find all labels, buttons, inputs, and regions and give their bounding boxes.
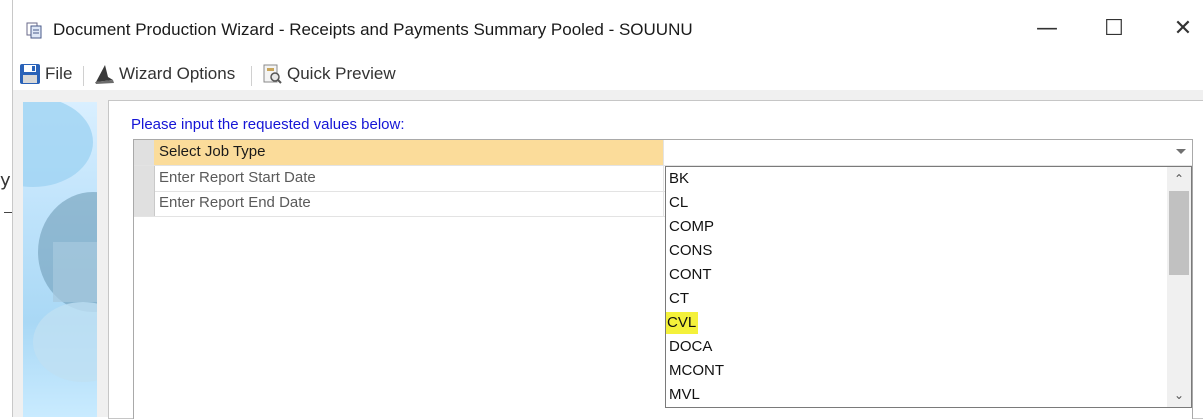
quick-preview-button[interactable]: Quick Preview [261,62,396,86]
wizard-body: Please input the requested values below:… [13,90,1203,419]
preview-icon [263,64,282,84]
start-date-label: Enter Report Start Date [154,166,664,191]
end-date-label: Enter Report End Date [154,191,664,216]
app-documents-icon [26,22,42,39]
dropdown-option[interactable]: CT [666,287,1164,311]
job-type-row[interactable]: Select Job Type [134,140,1192,166]
decorative-artwork [23,102,97,382]
wizard-window: Document Production Wizard - Receipts an… [12,0,1203,419]
toolbar-separator [83,66,84,86]
quick-preview-label: Quick Preview [287,64,396,83]
wizard-options-button[interactable]: Wizard Options [93,62,235,86]
dropdown-option[interactable]: CONS [666,239,1164,263]
dropdown-option[interactable]: MVL [666,383,1164,407]
file-menu-button[interactable]: File [19,62,72,86]
scroll-down-icon[interactable]: ⌄ [1167,385,1191,405]
input-panel: Please input the requested values below:… [108,100,1203,419]
toolbar-separator [251,66,252,86]
scroll-up-icon[interactable]: ⌃ [1167,169,1191,189]
dropdown-option[interactable]: CL [666,191,1164,215]
dropdown-option-highlighted[interactable]: CVL [666,311,1164,335]
toolbar: File Wizard Options Quick Preview [13,58,1203,90]
scrollbar-thumb[interactable] [1169,191,1189,275]
dropdown-scrollbar[interactable]: ⌃ ⌄ [1167,167,1191,407]
row-header [134,166,155,191]
wizard-side-artwork [23,102,97,417]
file-label: File [45,64,73,83]
maximize-button[interactable]: ☐ [1102,18,1126,42]
wizard-hat-icon [95,65,114,84]
dropdown-option[interactable]: DOCA [666,335,1164,359]
dropdown-option[interactable]: BK [666,167,1164,191]
background-text-fragment: y [0,170,11,191]
minimize-button[interactable]: — [1035,18,1059,42]
job-type-select[interactable] [665,140,1192,165]
window-title: Document Production Wizard - Receipts an… [53,20,693,39]
dropdown-option[interactable]: MCONT [666,359,1164,383]
row-header [134,140,155,165]
background-dash [4,212,12,213]
instructions-text: Please input the requested values below: [131,116,405,133]
dropdown-option[interactable]: CONT [666,263,1164,287]
job-type-label: Select Job Type [154,140,664,165]
save-disk-icon [20,64,40,84]
job-type-dropdown-list[interactable]: BK CL COMP CONS CONT CT CVL DOCA MCONT M… [665,166,1192,408]
close-button[interactable]: ✕ [1171,18,1195,42]
wizard-options-label: Wizard Options [119,64,236,83]
dropdown-options: BK CL COMP CONS CONT CT CVL DOCA MCONT M… [666,167,1164,407]
dropdown-option[interactable]: COMP [666,215,1164,239]
property-grid: Select Job Type Enter Report Start Date [133,139,1193,419]
row-header [134,191,155,216]
chevron-down-icon[interactable] [1176,149,1186,154]
title-bar[interactable]: Document Production Wizard - Receipts an… [13,0,1203,58]
